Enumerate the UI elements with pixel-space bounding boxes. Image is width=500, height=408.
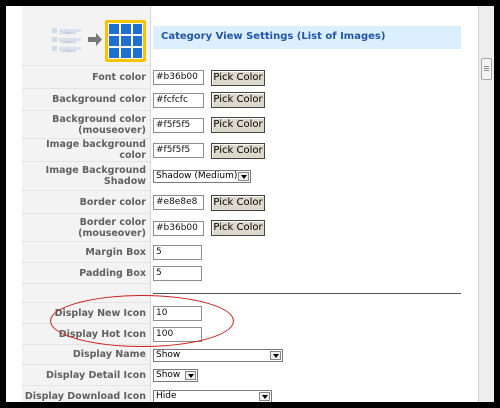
- background-mouseover-row: Background color (mouseover) #f5f5f5 Pic…: [22, 111, 461, 139]
- highlight-ellipse: [50, 295, 234, 347]
- pick-color-button[interactable]: Pick Color: [211, 69, 265, 86]
- list-line: Category: [60, 49, 76, 53]
- chevron-down-icon[interactable]: [238, 172, 249, 181]
- list-line: Category: [60, 31, 76, 35]
- detail-icon-select[interactable]: Show: [153, 369, 198, 382]
- font-color-row: Font color #b36b00 Pick Color: [22, 66, 461, 89]
- select-value: Hide: [156, 391, 177, 401]
- image-shadow-select[interactable]: Shadow (Medium): [153, 170, 251, 183]
- section-divider: [153, 293, 461, 294]
- section-title: Category View Settings (List of Images): [161, 31, 386, 42]
- display-name-select[interactable]: Show: [153, 348, 283, 362]
- field-label: Padding Box: [79, 267, 146, 279]
- download-icon-select[interactable]: Hide: [153, 390, 272, 402]
- chevron-down-icon[interactable]: [185, 371, 196, 380]
- pick-color-button[interactable]: Pick Color: [211, 142, 265, 159]
- arrow-right-icon: [88, 33, 102, 46]
- download-icon-row: Display Download Icon Hide: [22, 386, 461, 402]
- chevron-down-icon[interactable]: [270, 350, 281, 360]
- select-value: Shadow (Medium): [156, 171, 238, 181]
- list-line: Category: [60, 40, 76, 44]
- padding-box-row: Padding Box 5: [22, 263, 461, 284]
- column-divider: [150, 6, 151, 66]
- vertical-scrollbar[interactable]: [478, 6, 494, 402]
- select-value: Show: [156, 370, 181, 380]
- field-label: Background color (mouseover): [52, 113, 146, 136]
- field-label: Display Name: [72, 349, 146, 360]
- background-color-row: Background color #fcfcfc Pick Color: [22, 89, 461, 111]
- border-mouseover-input[interactable]: #b36b00: [153, 220, 204, 236]
- image-background-row: Image background color #f5f5f5 Pick Colo…: [22, 139, 461, 162]
- field-label: Margin Box: [85, 246, 146, 258]
- select-value: Show: [156, 349, 181, 360]
- background-mouseover-input[interactable]: #f5f5f5: [153, 117, 204, 133]
- pick-color-button[interactable]: Pick Color: [211, 220, 265, 236]
- image-grid-icon: [105, 20, 146, 62]
- chevron-down-icon[interactable]: [259, 392, 270, 401]
- pick-color-button[interactable]: Pick Color: [211, 117, 265, 133]
- background-color-input[interactable]: #fcfcfc: [153, 92, 204, 108]
- margin-box-row: Margin Box 5: [22, 242, 461, 263]
- padding-box-input[interactable]: 5: [153, 266, 202, 281]
- border-color-input[interactable]: #e8e8e8: [153, 195, 204, 210]
- field-label: Image Background Shadow: [45, 165, 146, 187]
- field-label: Background color: [52, 94, 146, 105]
- margin-box-input[interactable]: 5: [153, 245, 202, 260]
- field-label: Image background color: [46, 139, 146, 161]
- detail-icon-row: Display Detail Icon Show: [22, 365, 461, 386]
- border-color-row: Border color #e8e8e8 Pick Color: [22, 191, 461, 214]
- pick-color-button[interactable]: Pick Color: [211, 194, 265, 211]
- category-to-grid-illustration: Category Category Category: [52, 20, 146, 62]
- image-background-input[interactable]: #f5f5f5: [153, 143, 204, 158]
- font-color-input[interactable]: #b36b00: [153, 70, 204, 85]
- field-label: Font color: [92, 71, 146, 83]
- pick-color-button[interactable]: Pick Color: [211, 92, 265, 108]
- section-title-bar: Category View Settings (List of Images): [153, 26, 461, 49]
- field-label: Border color (mouseover): [78, 216, 146, 239]
- scrollbar-thumb[interactable]: [481, 58, 492, 80]
- field-label: Display Detail Icon: [45, 369, 146, 381]
- display-name-row: Display Name Show: [22, 345, 461, 365]
- field-label: Border color: [79, 196, 146, 208]
- border-mouseover-row: Border color (mouseover) #b36b00 Pick Co…: [22, 214, 461, 242]
- settings-panel: Category Category Category Category View…: [6, 6, 494, 402]
- settings-table: Category Category Category Category View…: [22, 6, 461, 402]
- layout-illustration: Category Category Category: [22, 6, 150, 66]
- field-label: Display Download Icon: [24, 390, 146, 402]
- image-shadow-row: Image Background Shadow Shadow (Medium): [22, 162, 461, 191]
